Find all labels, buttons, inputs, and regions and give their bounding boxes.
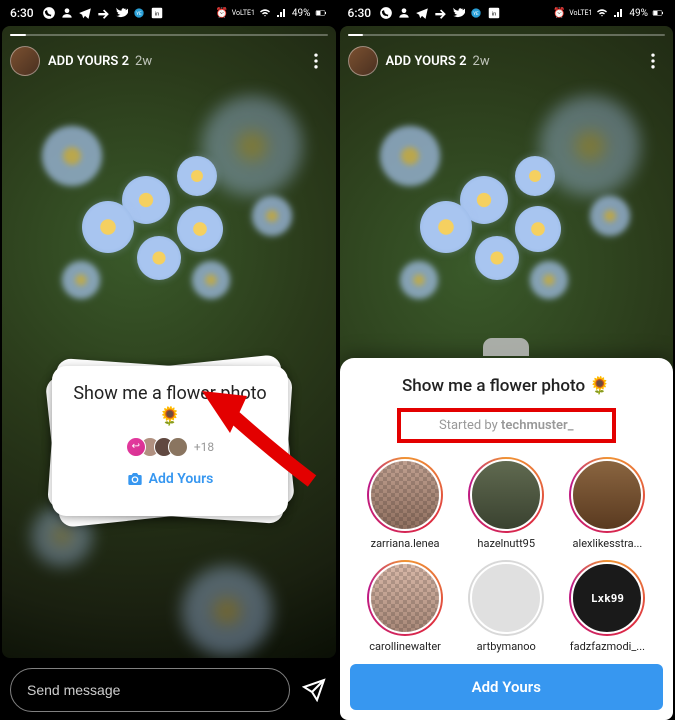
user-cell[interactable]: carollinewalter [358, 560, 453, 653]
user-name: carollinewalter [369, 640, 441, 653]
twitter-icon [451, 6, 465, 20]
phone-left: 6:30 YE in ⏰ VoLTE1 [0, 0, 338, 720]
sheet-button-label: Add Yours [472, 678, 541, 696]
status-bar: 6:30 YE in ⏰ VoLTE1 [0, 0, 338, 26]
signal-icon [612, 6, 626, 20]
svg-text:YE: YE [136, 11, 142, 17]
sticker-prompt: Show me a flower photo 🌻 [68, 382, 272, 429]
sticker-participants[interactable]: +18 [126, 437, 214, 457]
story-footer [0, 660, 338, 720]
wifi-icon [595, 6, 609, 20]
add-yours-sticker[interactable]: Show me a flower photo 🌻 +18 Add Yours [52, 366, 288, 516]
user-name: artbymanoo [477, 640, 536, 653]
person-icon [60, 6, 74, 20]
send-message-input[interactable] [10, 668, 290, 712]
participant-avatar [126, 437, 146, 457]
user-name: zarriana.lenea [371, 537, 440, 550]
svg-text:in: in [492, 11, 497, 17]
story-menu-button[interactable] [304, 49, 328, 73]
yt-icon: YE [469, 6, 483, 20]
arrow-icon [433, 6, 447, 20]
user-cell[interactable]: zarriana.lenea [358, 457, 453, 550]
svg-text:YE: YE [473, 11, 479, 17]
whatsapp-icon [42, 6, 56, 20]
story-header: ADD YOURS 2 2w [10, 46, 328, 76]
user-name: hazelnutt95 [477, 537, 535, 550]
wifi-icon [258, 6, 272, 20]
add-yours-button[interactable]: Add Yours [127, 471, 214, 487]
twitter-icon [114, 6, 128, 20]
status-time: 6:30 [348, 6, 372, 20]
user-name: alexlikesstra... [573, 537, 643, 550]
story-avatar[interactable] [10, 46, 40, 76]
battery-text: 49% [629, 8, 648, 19]
status-time: 6:30 [10, 6, 34, 20]
story-time: 2w [135, 54, 152, 69]
battery-text: 49% [292, 8, 311, 19]
flower-bg [2, 26, 336, 658]
sheet-handle[interactable] [483, 338, 529, 356]
phone-right: 6:30 YE in ⏰ VoLTE1 [338, 0, 675, 720]
user-grid: zarriana.lenea hazelnutt95 alexlikesstra… [340, 457, 674, 653]
user-cell[interactable]: hazelnutt95 [459, 457, 554, 550]
story-time: 2w [473, 54, 490, 69]
story-progress [10, 34, 328, 36]
add-yours-button[interactable]: Add Yours [350, 664, 664, 710]
person-icon [397, 6, 411, 20]
svg-text:in: in [154, 11, 159, 17]
status-bar: 6:30 YE in ⏰ VoLTE1 [338, 0, 675, 26]
alarm-icon: ⏰ [552, 6, 566, 20]
telegram-icon [78, 6, 92, 20]
story-title[interactable]: ADD YOURS 2 [386, 54, 467, 69]
network-text: VoLTE1 [232, 9, 255, 17]
linkedin-icon: in [487, 6, 501, 20]
story-title[interactable]: ADD YOURS 2 [48, 54, 129, 69]
participant-avatar [168, 437, 188, 457]
battery-icon [651, 6, 665, 20]
camera-icon [127, 471, 143, 487]
sheet: Show me a flower photo 🌻 Started by tech… [340, 358, 674, 720]
share-button[interactable] [300, 676, 328, 704]
user-cell[interactable]: artbymanoo [459, 560, 554, 653]
linkedin-icon: in [150, 6, 164, 20]
started-by-user: techmuster_ [501, 418, 573, 433]
story-progress [348, 34, 666, 36]
story-menu-button[interactable] [641, 49, 665, 73]
started-by-prefix: Started by [439, 418, 501, 433]
started-by-box[interactable]: Started by techmuster_ [397, 408, 616, 443]
participant-more: +18 [194, 440, 214, 454]
user-name: fadzfazmodi_... [570, 640, 645, 653]
story-avatar[interactable] [348, 46, 378, 76]
arrow-icon [96, 6, 110, 20]
whatsapp-icon [379, 6, 393, 20]
user-cell[interactable]: fadzfazmodi_... [560, 560, 655, 653]
story-area[interactable]: ADD YOURS 2 2w Show me a flower photo 🌻 … [2, 26, 336, 658]
sheet-title: Show me a flower photo 🌻 [402, 376, 611, 396]
battery-icon [314, 6, 328, 20]
story-header: ADD YOURS 2 2w [348, 46, 666, 76]
telegram-icon [415, 6, 429, 20]
story-area[interactable]: ADD YOURS 2 2w Show me a flower photo 🌻 … [340, 26, 674, 720]
yt-icon: YE [132, 6, 146, 20]
alarm-icon: ⏰ [215, 6, 229, 20]
add-yours-label: Add Yours [149, 471, 214, 487]
network-text: VoLTE1 [569, 9, 592, 17]
user-cell[interactable]: alexlikesstra... [560, 457, 655, 550]
signal-icon [275, 6, 289, 20]
